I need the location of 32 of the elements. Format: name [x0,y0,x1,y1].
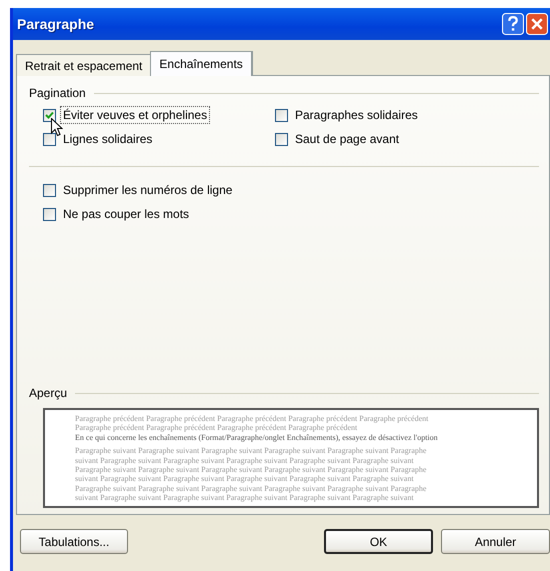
preview-text: suivant Paragraphe suivant Paragraphe suivant Paragraphe suivant Paragraphe suivant Paragraphe suivant [75,493,415,503]
preview-text: Paragraphe suivant Paragraphe suivant Paragraphe suivant Paragraphe suivant Paragraphe suivant Paragraphe [75,465,428,474]
tab[interactable]: Retrait et espacement [16,54,152,76]
checkbox[interactable] [275,108,288,122]
dialog-button[interactable]: Annuler [441,529,550,554]
checkbox-label[interactable]: Ne pas couper les mots [60,205,192,223]
window-title: Paragraphe [17,16,94,32]
close-button[interactable] [526,13,548,35]
preview-text: suivant Paragraphe suivant Paragraphe suivant Paragraphe suivant Paragraphe suivant Paragraphe suivant [75,474,415,484]
group-title: Pagination [29,86,86,100]
help-button[interactable] [502,13,524,35]
checkbox-label[interactable]: Éviter veuves et orphelines [60,106,210,124]
preview-text: Paragraphe précédent Paragraphe précédent Paragraphe précédent Paragraphe précédent [75,423,358,433]
checkbox[interactable] [275,132,288,146]
checkbox[interactable] [43,132,56,146]
checkbox-label[interactable]: Supprimer les numéros de ligne [60,181,236,199]
preview-text: En ce qui concerne les enchaînements (Format/Paragraphe/onglet Enchaînements), essayez de désactivez l'option [75,432,439,442]
checkbox[interactable] [43,208,56,220]
group-title: Aperçu [29,386,68,400]
checkbox[interactable] [43,108,56,122]
checkbox-label[interactable]: Lignes solidaires [60,130,156,148]
mouse-cursor-icon [51,118,63,137]
checkbox[interactable] [43,184,56,196]
preview-text: Paragraphe suivant Paragraphe suivant Paragraphe suivant Paragraphe suivant Paragraphe suivant Paragraphe [75,446,428,456]
preview-text: suivant Paragraphe suivant Paragraphe suivant Paragraphe suivant Paragraphe suivant Paragraphe suivant [75,456,415,466]
checkbox-label[interactable]: Saut de page avant [292,130,402,148]
checkbox-label[interactable]: Paragraphes solidaires [292,106,421,124]
dialog-button[interactable]: OK [324,529,433,554]
preview-text: Paragraphe précédent Paragraphe précédent Paragraphe précédent Paragraphe précédent Paragraphe précédent [75,414,430,424]
preview-text: Paragraphe suivant Paragraphe suivant Paragraphe suivant Paragraphe suivant Paragraphe suivant Paragraphe [75,484,428,494]
tab[interactable]: Enchaînements [150,51,253,76]
dialog-button[interactable]: Tabulations... [20,529,128,554]
